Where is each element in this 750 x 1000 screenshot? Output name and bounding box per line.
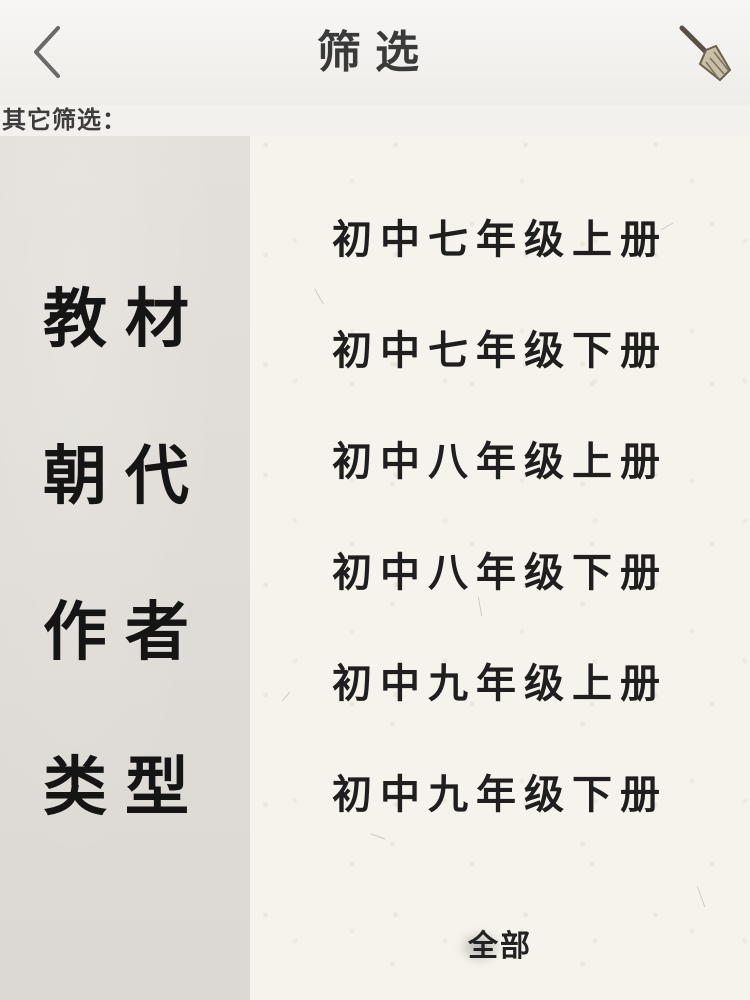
broom-icon bbox=[679, 25, 732, 82]
option-grade8-vol2[interactable]: 初中八年级下册 bbox=[250, 538, 750, 608]
page-title: 筛选 bbox=[317, 27, 433, 78]
paper-fiber bbox=[370, 833, 386, 840]
paper-fiber bbox=[314, 288, 324, 305]
paper-fiber bbox=[696, 885, 706, 908]
option-grade9-vol1[interactable]: 初中九年级上册 bbox=[250, 649, 750, 719]
category-label: 类型 bbox=[43, 750, 207, 825]
nav-bar: 筛选 bbox=[0, 0, 750, 105]
option-grade9-vol2[interactable]: 初中九年级下册 bbox=[250, 760, 750, 830]
all-option-label: 全部 bbox=[468, 929, 532, 964]
category-author[interactable]: 作者 bbox=[0, 588, 250, 678]
all-option-button[interactable]: 全部 bbox=[440, 922, 560, 972]
category-type[interactable]: 类型 bbox=[0, 743, 250, 833]
category-label: 教材 bbox=[43, 282, 207, 357]
option-grade7-vol1[interactable]: 初中七年级上册 bbox=[250, 205, 750, 275]
category-label: 作者 bbox=[43, 595, 207, 670]
category-sidebar bbox=[0, 136, 250, 1000]
category-textbook[interactable]: 教材 bbox=[0, 275, 250, 365]
option-grade7-vol2[interactable]: 初中七年级下册 bbox=[250, 316, 750, 386]
option-grade8-vol1[interactable]: 初中八年级上册 bbox=[250, 427, 750, 497]
clear-filter-button[interactable] bbox=[672, 20, 738, 86]
other-filter-label: 其它筛选： bbox=[2, 105, 127, 134]
category-label: 朝代 bbox=[43, 439, 207, 514]
category-dynasty[interactable]: 朝代 bbox=[0, 432, 250, 522]
